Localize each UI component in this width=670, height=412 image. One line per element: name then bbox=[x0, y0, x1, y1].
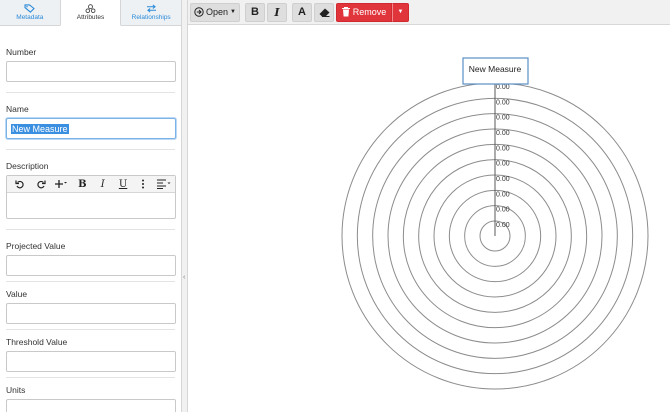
threshold-value-input[interactable] bbox=[6, 351, 176, 372]
align-left-icon bbox=[157, 179, 171, 189]
number-input[interactable] bbox=[6, 61, 176, 82]
ring-label-6: 0.00 bbox=[496, 161, 510, 168]
measure-node-label: New Measure bbox=[469, 64, 522, 74]
ring-label-1: 0.00 bbox=[496, 84, 510, 91]
undo-button[interactable] bbox=[10, 176, 30, 193]
ring-label-8: 0.00 bbox=[496, 191, 510, 198]
ring-labels-group: 0.00 0.00 0.00 0.00 0.00 0.00 0.00 0.00 0.00 0.00 bbox=[496, 84, 510, 229]
swap-arrows-icon bbox=[146, 4, 156, 13]
remove-dropdown-button[interactable]: ▼ bbox=[392, 2, 409, 22]
vertical-ellipsis-icon bbox=[142, 179, 145, 189]
open-dropdown-button[interactable]: Open ▼ bbox=[190, 2, 240, 22]
shapes-icon bbox=[85, 4, 96, 13]
caret-down-icon: ▼ bbox=[397, 9, 404, 15]
tab-relationships[interactable]: Relationships bbox=[121, 0, 181, 25]
value-label: Value bbox=[6, 289, 28, 299]
projected-value-input[interactable] bbox=[6, 255, 176, 276]
tab-metadata[interactable]: Metadata bbox=[0, 0, 60, 25]
ring-label-9: 0.00 bbox=[496, 207, 510, 214]
ring-label-5: 0.00 bbox=[496, 145, 510, 152]
redo-button[interactable] bbox=[30, 176, 50, 193]
threshold-value-label: Threshold Value bbox=[6, 337, 68, 347]
arrow-circle-right-icon bbox=[194, 7, 204, 17]
open-label: Open bbox=[206, 7, 229, 17]
value-input[interactable] bbox=[6, 303, 176, 324]
ring-label-10: 0.00 bbox=[496, 222, 510, 229]
units-input[interactable] bbox=[6, 399, 176, 412]
chevron-left-icon: ‹ bbox=[183, 274, 186, 281]
diagram-canvas[interactable]: 0.00 0.00 0.00 0.00 0.00 0.00 0.00 0.00 0.00 0.00… bbox=[188, 26, 670, 412]
name-input-value: New Measure bbox=[11, 123, 69, 134]
tag-icon bbox=[24, 4, 36, 13]
tab-attributes[interactable]: Attributes bbox=[59, 0, 122, 26]
clear-format-button[interactable] bbox=[314, 2, 334, 22]
caret-down-icon: ▼ bbox=[230, 9, 236, 15]
more-options-button[interactable] bbox=[133, 176, 153, 193]
units-label: Units bbox=[6, 385, 26, 395]
projected-value-field-group: Projected Value bbox=[6, 230, 176, 276]
description-textarea[interactable] bbox=[7, 193, 175, 218]
ring-label-2: 0.00 bbox=[496, 99, 510, 106]
description-field-group: Description B I U bbox=[6, 150, 176, 219]
trash-icon bbox=[341, 7, 350, 17]
description-label: Description bbox=[6, 161, 49, 171]
properties-panel: Metadata Attributes Relationships Number… bbox=[0, 0, 182, 412]
panel-tabs: Metadata Attributes Relationships bbox=[0, 0, 181, 26]
projected-value-label: Projected Value bbox=[6, 241, 66, 251]
plus-icon bbox=[55, 180, 68, 188]
radial-diagram: 0.000.000.000.000.000.000.000.000.000.00… bbox=[341, 57, 649, 390]
remove-label: Remove bbox=[352, 7, 387, 17]
tab-attributes-label: Attributes bbox=[76, 14, 105, 21]
italic-button[interactable]: I bbox=[267, 2, 287, 22]
remove-button[interactable]: Remove bbox=[336, 2, 392, 22]
align-dropdown[interactable] bbox=[154, 176, 175, 193]
undo-icon bbox=[15, 180, 24, 189]
number-field-group: Number bbox=[6, 26, 176, 82]
underline-button[interactable]: U bbox=[113, 176, 133, 193]
diagram-toolbar: Open ▼ B I A Remove ▼ bbox=[188, 0, 670, 25]
name-field-group: Name New Measure bbox=[6, 93, 176, 139]
text-color-button[interactable]: A bbox=[292, 2, 312, 22]
value-field-group: Value bbox=[6, 282, 176, 324]
bold-button[interactable]: B bbox=[245, 2, 265, 22]
description-editor: B I U bbox=[6, 175, 176, 219]
insert-dropdown[interactable] bbox=[51, 176, 72, 193]
bold-button[interactable]: B bbox=[72, 176, 92, 193]
tab-relationships-label: Relationships bbox=[131, 14, 171, 21]
eraser-icon bbox=[319, 8, 329, 17]
tab-metadata-label: Metadata bbox=[16, 14, 44, 21]
name-input[interactable]: New Measure bbox=[6, 118, 176, 139]
diagram-area: Open ▼ B I A Remove ▼ 0.00 0.00 0.00 0.00 0.… bbox=[188, 0, 670, 412]
redo-icon bbox=[36, 180, 46, 189]
units-field-group: Units bbox=[6, 378, 176, 412]
threshold-value-field-group: Threshold Value bbox=[6, 330, 176, 372]
ring-label-7: 0.00 bbox=[496, 176, 510, 183]
editor-toolbar: B I U bbox=[7, 176, 175, 193]
name-label: Name bbox=[6, 104, 29, 114]
ring-label-3: 0.00 bbox=[496, 115, 510, 122]
italic-button[interactable]: I bbox=[92, 176, 112, 193]
number-label: Number bbox=[6, 47, 37, 57]
attributes-form: Number Name New Measure Description B I … bbox=[0, 26, 181, 412]
ring-label-4: 0.00 bbox=[496, 130, 510, 137]
